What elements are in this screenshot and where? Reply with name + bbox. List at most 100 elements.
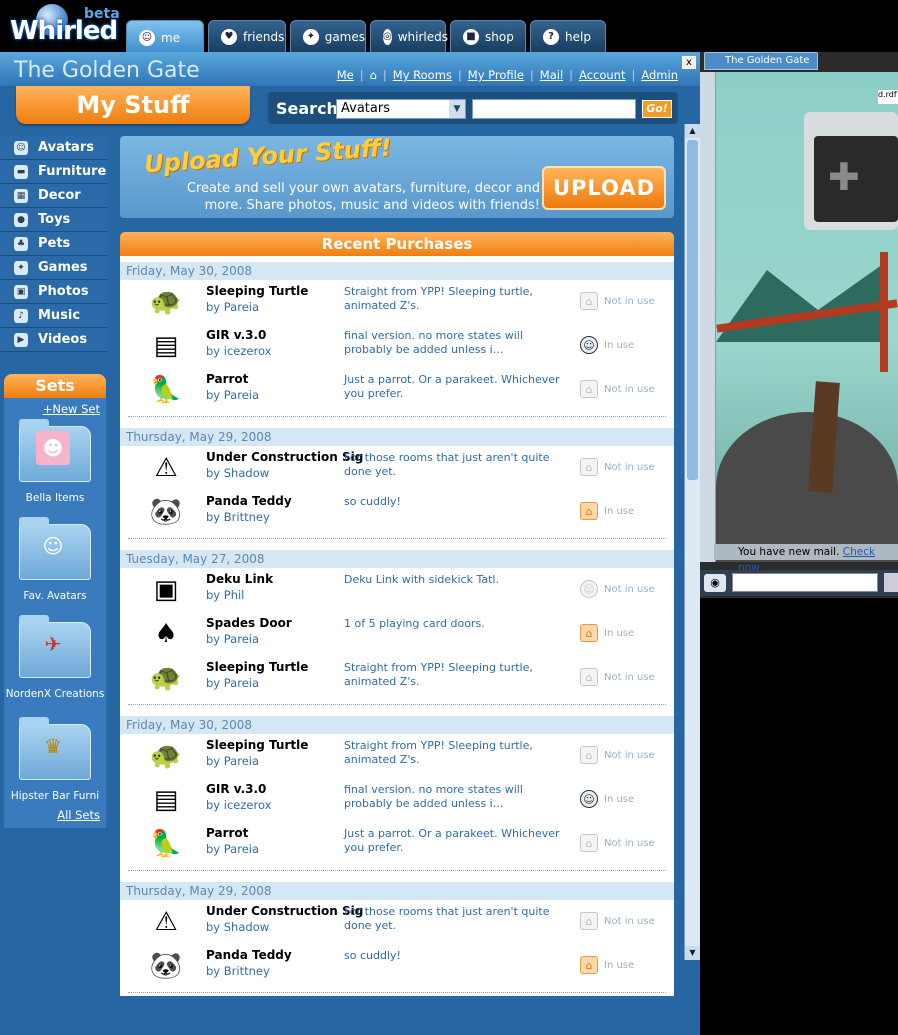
item-creator[interactable]: by Pareia (206, 632, 259, 646)
vertical-scrollbar[interactable]: ▲ ▼ (684, 124, 700, 960)
account-link[interactable]: Account (579, 68, 625, 82)
item-name[interactable]: Sleeping Turtle (206, 284, 308, 298)
home-icon[interactable]: ⌂ (580, 668, 598, 686)
item-creator[interactable]: by Pareia (206, 842, 259, 856)
item-creator[interactable]: by Shadow (206, 920, 269, 934)
item-thumbnail[interactable]: 🐢 (138, 740, 194, 772)
scroll-down-icon[interactable]: ▼ (685, 946, 700, 960)
item-name[interactable]: Under Construction Sig (206, 450, 363, 464)
scroll-up-icon[interactable]: ▲ (685, 124, 700, 138)
my-rooms-link[interactable]: My Rooms (393, 68, 452, 82)
item-name[interactable]: Spades Door (206, 616, 292, 630)
tab-whirleds[interactable]: ◎ whirleds (370, 20, 448, 52)
scrollbar-thumb[interactable] (687, 140, 698, 480)
search-input[interactable] (472, 99, 636, 119)
item-creator[interactable]: by icezerox (206, 344, 271, 358)
mail-link[interactable]: Mail (540, 68, 563, 82)
nav-item-decor[interactable]: ▦ Decor (0, 184, 108, 208)
nav-item-photos[interactable]: ▣ Photos (0, 280, 108, 304)
home-icon[interactable]: ⌂ (580, 746, 598, 764)
whirled-logo[interactable]: Whirled beta (4, 2, 122, 50)
chat-send-button[interactable] (884, 573, 898, 592)
item-name[interactable]: GIR v.3.0 (206, 782, 266, 796)
tab-games[interactable]: ✦ games (290, 20, 366, 52)
item-creator[interactable]: by Brittney (206, 510, 270, 524)
item-creator[interactable]: by Pareia (206, 676, 259, 690)
home-in-use-icon[interactable]: ⌂ (580, 502, 598, 520)
item-creator[interactable]: by icezerox (206, 798, 271, 812)
home-icon[interactable]: ⌂ (370, 68, 377, 82)
purchase-row[interactable]: 🐢 Sleeping Turtle by Pareia Straight from Y… (120, 282, 674, 326)
go-button[interactable]: Go! (642, 100, 672, 118)
my-profile-link[interactable]: My Profile (468, 68, 524, 82)
nav-item-pets[interactable]: ♣ Pets (0, 232, 108, 256)
purchase-row[interactable]: ⚠ Under Construction Sig by Shadow For thos… (120, 448, 674, 492)
nav-item-games[interactable]: ✦ Games (0, 256, 108, 280)
purchase-row[interactable]: 🦜 Parrot by Pareia Just a parrot. Or a para… (120, 370, 674, 414)
item-thumbnail[interactable]: ⚠ (138, 452, 194, 484)
item-name[interactable]: Sleeping Turtle (206, 660, 308, 674)
set-item[interactable]: ♛ Hipster Bar Furni (4, 717, 106, 802)
me-link[interactable]: Me (337, 68, 354, 82)
tab-friends[interactable]: ♥ friends (208, 20, 286, 52)
avatar-in-use-icon[interactable]: ☺ (580, 336, 598, 354)
item-creator[interactable]: by Shadow (206, 466, 269, 480)
home-in-use-icon[interactable]: ⌂ (580, 956, 598, 974)
purchase-row[interactable]: ▣ Deku Link by Phil Deku Link with sidekick… (120, 570, 674, 614)
set-item[interactable]: ☻ Bella Items (4, 419, 106, 504)
item-creator[interactable]: by Brittney (206, 964, 270, 978)
item-thumbnail[interactable]: 🐢 (138, 662, 194, 694)
nav-item-avatars[interactable]: ☺ Avatars (0, 136, 108, 160)
item-thumbnail[interactable]: 🦜 (138, 374, 194, 406)
item-thumbnail[interactable]: ♠ (138, 618, 194, 650)
item-creator[interactable]: by Pareia (206, 754, 259, 768)
home-icon[interactable]: ⌂ (580, 292, 598, 310)
item-creator[interactable]: by Pareia (206, 300, 259, 314)
purchase-row[interactable]: 🐢 Sleeping Turtle by Pareia Straight from Y… (120, 736, 674, 780)
purchase-row[interactable]: ⚠ Under Construction Sig by Shadow For thos… (120, 902, 674, 946)
close-button[interactable]: x (682, 56, 696, 69)
item-thumbnail[interactable]: ▤ (138, 330, 194, 362)
home-icon[interactable]: ⌂ (580, 458, 598, 476)
home-icon[interactable]: ⌂ (580, 912, 598, 930)
set-item[interactable]: ☺ Fav. Avatars (4, 517, 106, 602)
set-item[interactable]: ✈ NordenX Creations (4, 615, 106, 700)
nav-item-music[interactable]: ♪ Music (0, 304, 108, 328)
purchase-row[interactable]: ▤ GIR v.3.0 by icezerox final version. no m… (120, 780, 674, 824)
nav-item-toys[interactable]: ● Toys (0, 208, 108, 232)
item-name[interactable]: Deku Link (206, 572, 273, 586)
purchase-row[interactable]: 🦜 Parrot by Pareia Just a parrot. Or a para… (120, 824, 674, 868)
item-thumbnail[interactable]: ▤ (138, 784, 194, 816)
upload-button[interactable]: UPLOAD (542, 166, 666, 210)
tab-me[interactable]: ☺ me (126, 20, 204, 54)
item-creator[interactable]: by Phil (206, 588, 244, 602)
home-icon[interactable]: ⌂ (580, 380, 598, 398)
tab-help[interactable]: ? help (530, 20, 606, 52)
avatar-in-use-icon[interactable]: ☺ (580, 790, 598, 808)
tab-shop[interactable]: ■ shop (450, 20, 526, 52)
home-icon[interactable]: ⌂ (580, 834, 598, 852)
new-set-link[interactable]: +New Set (43, 402, 100, 416)
item-name[interactable]: Panda Teddy (206, 948, 292, 962)
chat-input[interactable] (732, 573, 878, 592)
item-creator[interactable]: by Pareia (206, 388, 259, 402)
item-thumbnail[interactable]: 🦜 (138, 828, 194, 860)
item-name[interactable]: Under Construction Sig (206, 904, 363, 918)
item-name[interactable]: Parrot (206, 372, 248, 386)
item-name[interactable]: GIR v.3.0 (206, 328, 266, 342)
purchase-row[interactable]: 🐼 Panda Teddy by Brittney so cuddly! ⌂ In use (120, 492, 674, 536)
item-thumbnail[interactable]: 🐢 (138, 286, 194, 318)
item-thumbnail[interactable]: 🐼 (138, 950, 194, 982)
eye-icon[interactable]: ◉ (704, 574, 726, 592)
nav-item-furniture[interactable]: ▬ Furniture (0, 160, 108, 184)
item-thumbnail[interactable]: ⚠ (138, 906, 194, 938)
admin-link[interactable]: Admin (641, 68, 678, 82)
home-in-use-icon[interactable]: ⌂ (580, 624, 598, 642)
purchase-row[interactable]: 🐢 Sleeping Turtle by Pareia Straight from Y… (120, 658, 674, 702)
item-thumbnail[interactable]: ▣ (138, 574, 194, 606)
search-category-select[interactable]: Avatars ▼ (336, 99, 466, 119)
purchase-row[interactable]: ♠ Spades Door by Pareia 1 of 5 playing card… (120, 614, 674, 658)
avatar-icon[interactable]: ☺ (580, 580, 598, 598)
item-name[interactable]: Sleeping Turtle (206, 738, 308, 752)
all-sets-link[interactable]: All Sets (57, 808, 100, 822)
